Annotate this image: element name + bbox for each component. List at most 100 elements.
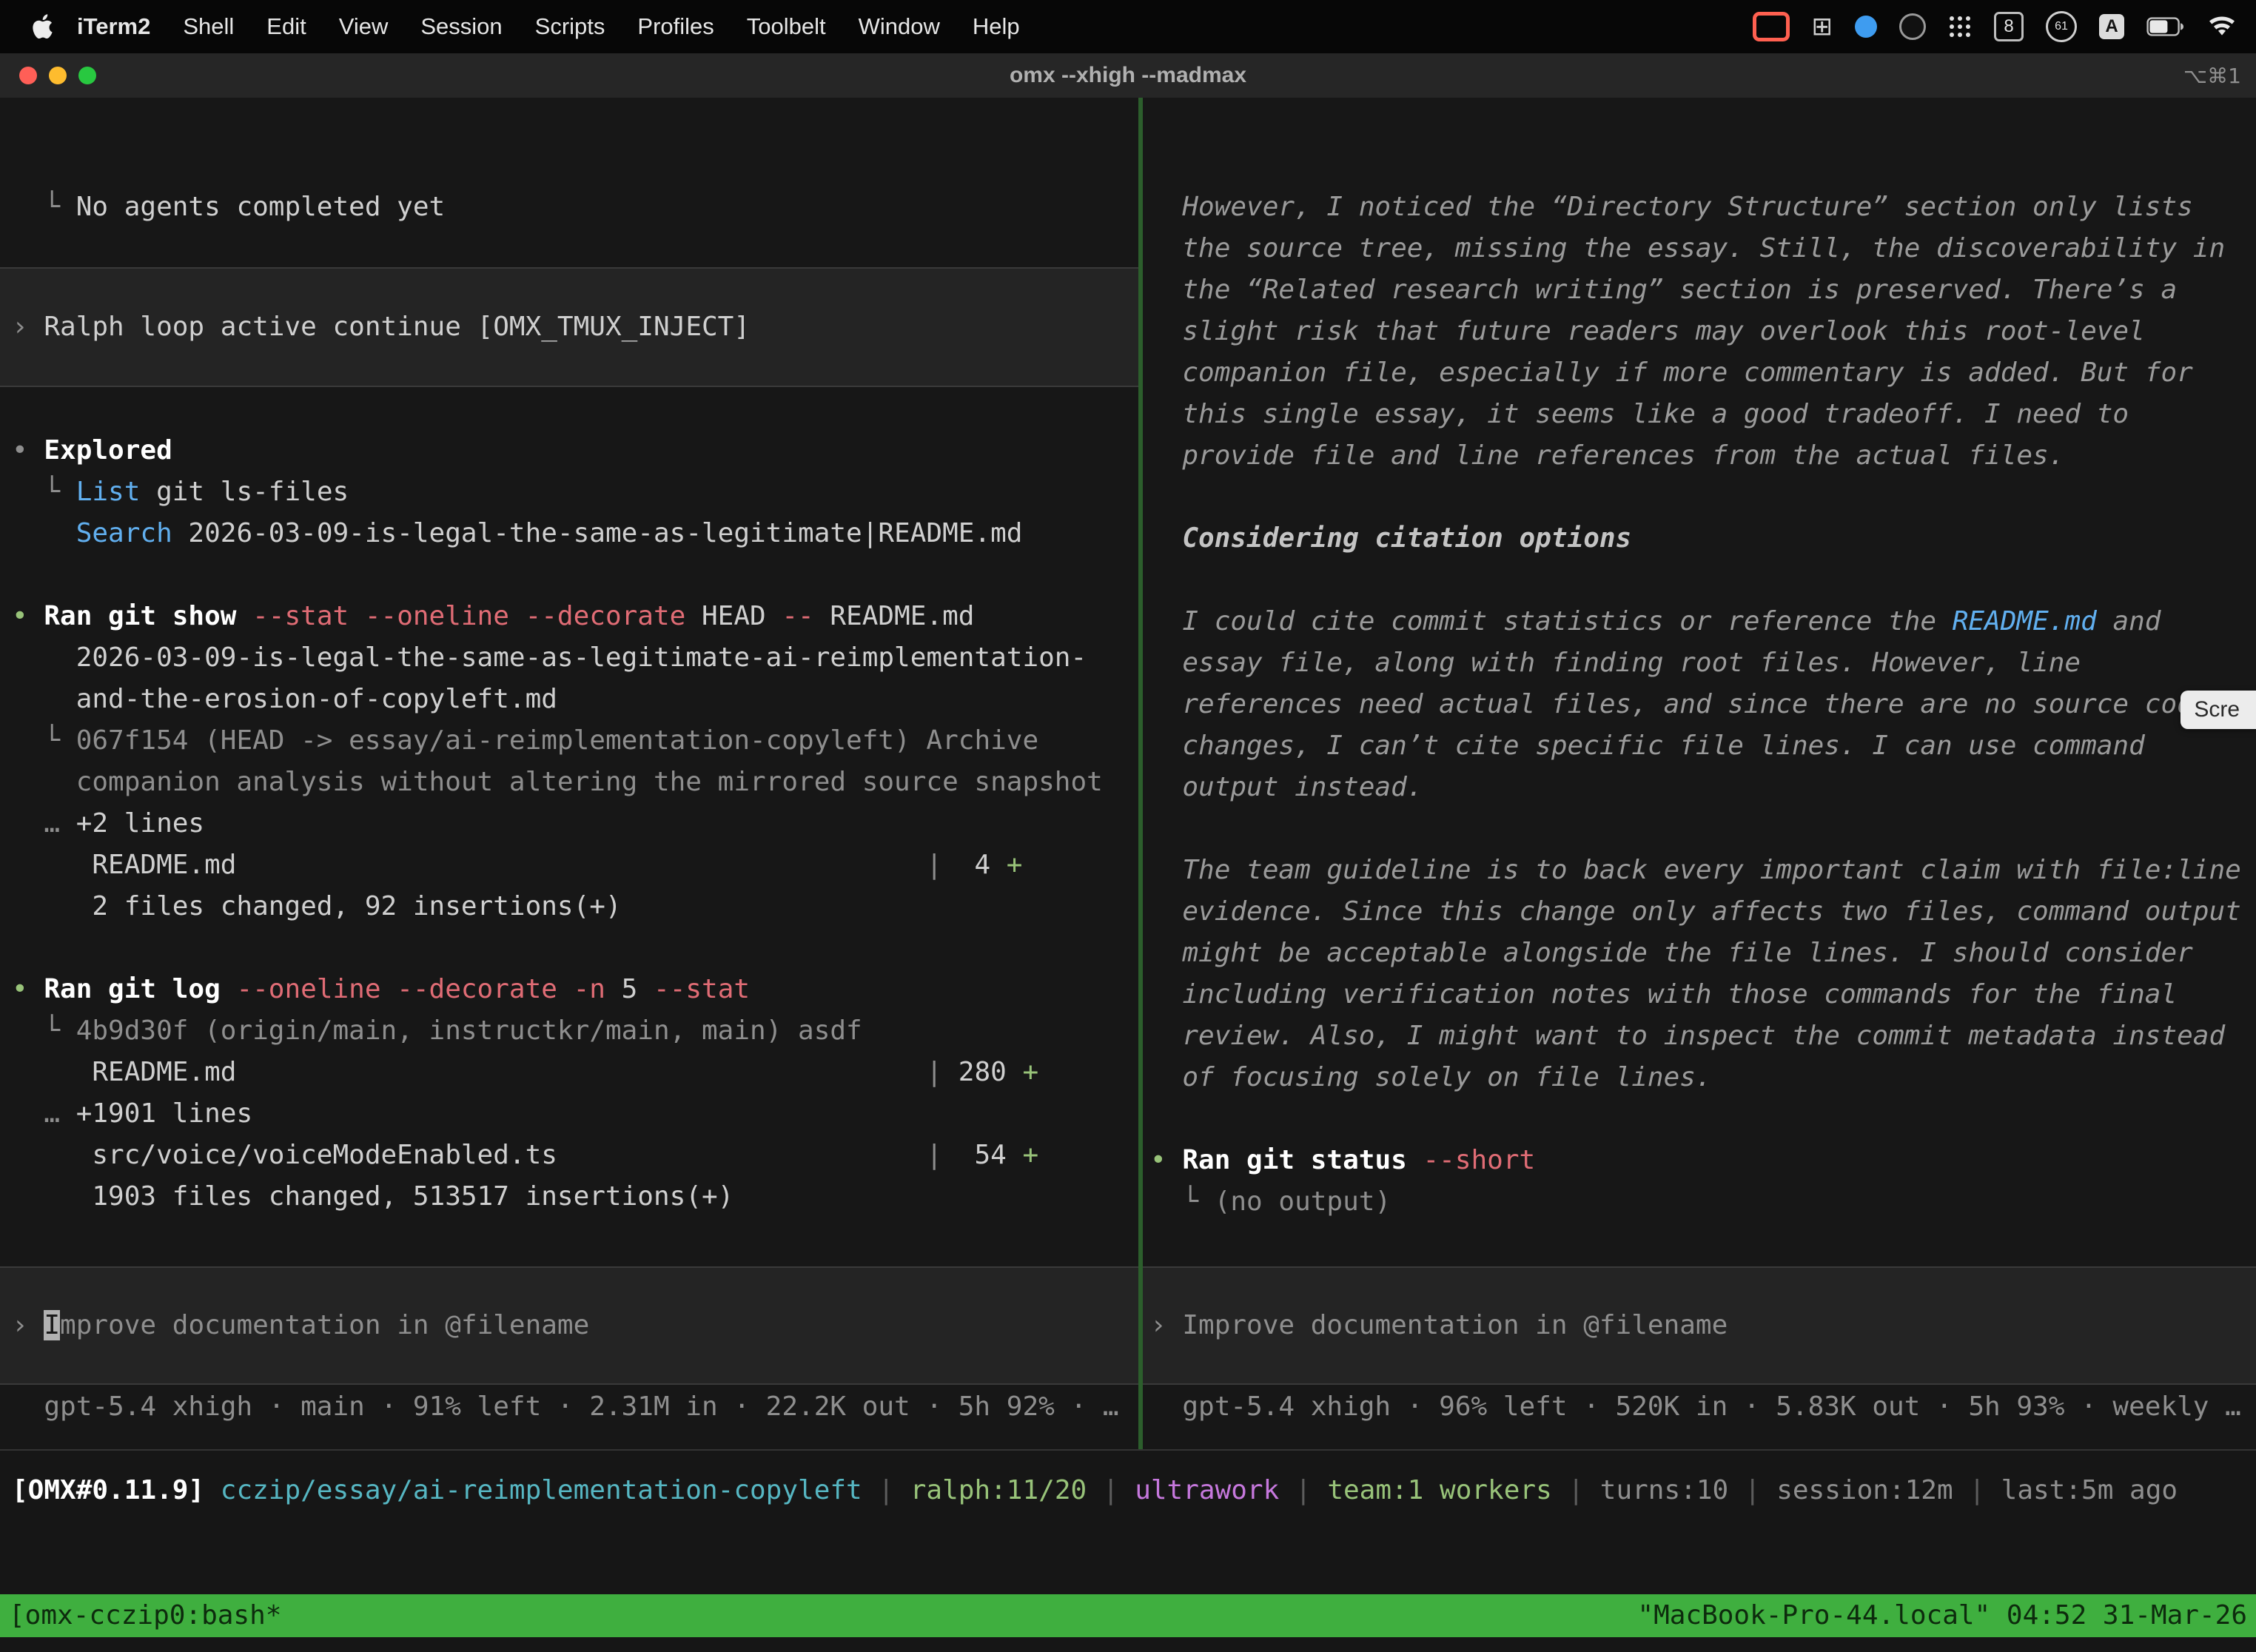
text-segment: slight risk that future readers may over… <box>1150 316 2145 346</box>
battery-icon[interactable] <box>2146 17 2185 36</box>
text-segment: | <box>1728 1475 1776 1505</box>
menu-view[interactable]: View <box>323 13 405 40</box>
wifi-icon[interactable] <box>2207 16 2237 38</box>
left-prompt-input[interactable]: › Improve documentation in @filename <box>0 1266 1138 1385</box>
text-segment: team:1 workers <box>1327 1475 1551 1505</box>
tmux-session-label: [omx-cczip0:bash* <box>9 1594 281 1637</box>
text-segment: changes, I can’t cite specific file line… <box>1150 731 2145 761</box>
minimize-button[interactable] <box>49 67 67 84</box>
terminal-line: └ No agents completed yet <box>12 187 1138 228</box>
text-segment: 4 <box>942 850 1007 880</box>
terminal-line: provide file and line references from th… <box>1150 435 2256 477</box>
terminal-line: src/voice/voiceModeEnabled.ts | 54 + <box>12 1135 1138 1176</box>
terminal-line: slight risk that future readers may over… <box>1150 311 2256 352</box>
terminal-line: and-the-erosion-of-copyleft.md <box>12 679 1138 720</box>
terminal-line: 2 files changed, 92 insertions(+) <box>12 886 1138 927</box>
terminal-bottom-divider <box>0 1449 2256 1451</box>
window-titlebar[interactable]: omx --xhigh --madmax ⌥⌘1 <box>0 53 2256 99</box>
window-title: omx --xhigh --madmax <box>0 63 2256 88</box>
widget-grid-icon[interactable]: ⊞ <box>1812 12 1833 41</box>
text-segment: Improve documentation in @filename <box>1182 1310 1728 1340</box>
text-segment: + <box>1007 850 1023 880</box>
menu-shell[interactable]: Shell <box>167 13 250 40</box>
screen-float-button[interactable]: Scre <box>2181 691 2256 729</box>
terminal-area: └ No agents completed yet › Ralph loop ac… <box>0 98 2256 1449</box>
text-segment: | <box>236 850 942 880</box>
text-segment: • <box>1150 1145 1182 1175</box>
text-segment: README.md <box>12 1057 236 1087</box>
right-prompt-input[interactable]: › Improve documentation in @filename <box>1143 1266 2256 1385</box>
text-segment: mprove documentation in @filename <box>60 1310 589 1340</box>
apps-grid-icon[interactable] <box>1948 15 1972 38</box>
tmux-host-clock: "MacBook-Pro-44.local" 04:52 31-Mar-26 <box>1637 1594 2247 1637</box>
terminal-line: might be acceptable alongside the file l… <box>1150 933 2256 974</box>
close-button[interactable] <box>19 67 37 84</box>
blue-app-icon[interactable] <box>1855 16 1877 38</box>
menu-edit[interactable]: Edit <box>250 13 322 40</box>
battery-percent-circle-icon[interactable]: 61 <box>2046 11 2077 42</box>
text-segment: -n <box>574 974 605 1004</box>
text-segment: evidence. Since this change only affects… <box>1150 896 2241 927</box>
text-segment: ultrawork <box>1135 1475 1279 1505</box>
text-segment: companion analysis without altering the … <box>12 767 1103 797</box>
text-segment: gpt-5.4 xhigh · 96% left · 520K in · 5.8… <box>1150 1391 2241 1422</box>
screen-recording-stop-icon[interactable] <box>1753 12 1790 41</box>
apple-menu-icon[interactable] <box>31 13 53 40</box>
text-segment: companion file, especially if more comme… <box>1150 357 2193 388</box>
text-segment: session:12m <box>1776 1475 1953 1505</box>
text-segment: … <box>12 808 76 839</box>
menu-scripts[interactable]: Scripts <box>519 13 622 40</box>
terminal-line: … +2 lines <box>12 803 1138 845</box>
zoom-button[interactable] <box>78 67 96 84</box>
text-segment: 2026-03-09-is-legal-the-same-as-legitima… <box>12 642 1087 673</box>
dark-app-icon[interactable] <box>1899 13 1926 40</box>
text-segment: └ <box>1150 1186 1215 1217</box>
terminal-line: README.md | 4 + <box>12 845 1138 886</box>
window-shortcut-badge: ⌥⌘1 <box>2183 64 2256 88</box>
text-segment: might be acceptable alongside the file l… <box>1150 938 2193 968</box>
menu-help[interactable]: Help <box>956 13 1036 40</box>
text-segment: [OMX#0.11.9] <box>12 1475 221 1505</box>
traffic-lights <box>0 67 96 84</box>
text-segment: • <box>12 435 44 466</box>
menu-toolbelt[interactable]: Toolbelt <box>731 13 842 40</box>
text-segment: | <box>557 1140 942 1170</box>
terminal-line: • Ran git show --stat --oneline --decora… <box>12 596 1138 637</box>
terminal-line: this single essay, it seems like a good … <box>1150 394 2256 435</box>
text-segment: | <box>1552 1475 1600 1505</box>
text-segment: Search <box>76 518 172 548</box>
text-segment: cczip/essay/ai-reimplementation-copyleft <box>221 1475 862 1505</box>
menu-iterm2[interactable]: iTerm2 <box>61 13 167 40</box>
text-segment <box>12 518 76 548</box>
menu-session[interactable]: Session <box>404 13 518 40</box>
text-segment: turns:10 <box>1600 1475 1728 1505</box>
text-segment: | <box>1279 1475 1327 1505</box>
text-segment: provide file and line references from th… <box>1150 440 2064 471</box>
text-segment: of focusing solely on file lines. <box>1150 1062 1712 1092</box>
text-segment: The team guideline is to back every impo… <box>1150 855 2241 885</box>
terminal-line: including verification notes with those … <box>1150 974 2256 1015</box>
text-segment: Explored <box>44 435 172 466</box>
terminal-line: └ 4b9d30f (origin/main, instructkr/main,… <box>12 1010 1138 1052</box>
menu-profiles[interactable]: Profiles <box>621 13 730 40</box>
terminal-line: the source tree, missing the essay. Stil… <box>1150 228 2256 269</box>
input-source-icon[interactable]: A <box>2099 14 2124 39</box>
terminal-line: companion analysis without altering the … <box>12 762 1138 803</box>
menu-window[interactable]: Window <box>842 13 956 40</box>
keycap-8-icon[interactable]: 8 <box>1994 12 2024 41</box>
text-segment: 54 <box>942 1140 1022 1170</box>
right-terminal-pane[interactable]: However, I noticed the “Directory Struct… <box>1143 98 2256 1449</box>
left-terminal-pane[interactable]: └ No agents completed yet › Ralph loop ac… <box>0 98 1138 1449</box>
text-segment: › <box>12 1310 44 1340</box>
text-segment: I could cite commit statistics or refere… <box>1150 606 1953 637</box>
text-segment: README.md <box>814 601 975 631</box>
text-segment: | <box>862 1475 910 1505</box>
terminal-line: └ List git ls-files <box>12 471 1138 513</box>
text-segment: git ls-files <box>140 477 349 507</box>
text-segment: Ralph loop active continue [OMX_TMUX_INJ… <box>44 312 750 342</box>
text-segment: └ <box>12 192 76 222</box>
text-segment: --oneline --decorate <box>236 974 557 1004</box>
text-segment: this single essay, it seems like a good … <box>1150 399 2129 429</box>
text-segment: | <box>1087 1475 1135 1505</box>
text-segment: ralph:11/20 <box>910 1475 1087 1505</box>
